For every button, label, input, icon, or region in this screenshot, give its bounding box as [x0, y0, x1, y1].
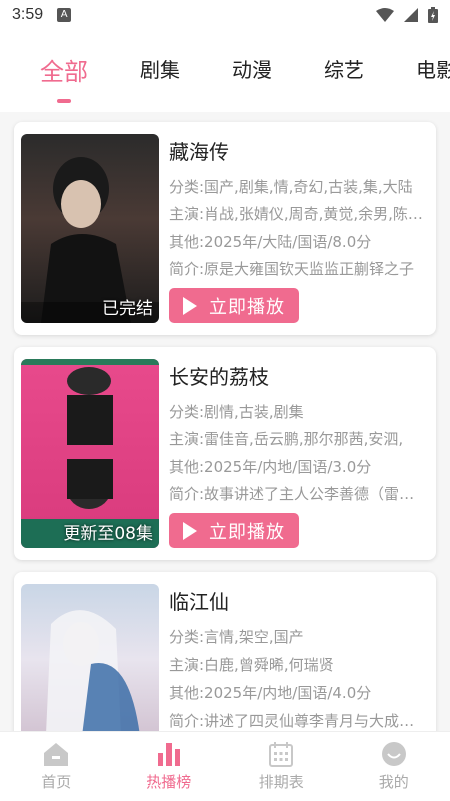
poster-image[interactable]: 已完结 — [21, 134, 159, 323]
play-button-label: 立即播放 — [209, 521, 285, 543]
status-time: 3:59 — [12, 6, 44, 23]
show-category: 分类:剧情,古装,剧集 — [169, 403, 304, 421]
play-icon — [183, 296, 197, 315]
nav-home[interactable]: 首页 — [0, 732, 113, 801]
show-info: 藏海传 分类:国产,剧集,情,奇幻,古装,集,大陆 主演:肖战,张婧仪,周奇,黄… — [169, 134, 428, 324]
show-intro: 简介:原是大雍国钦天监监正蒯铎之子 — [169, 259, 415, 278]
play-now-button[interactable]: 立即播放 — [169, 513, 299, 549]
profile-icon — [381, 742, 406, 766]
category-tabs: 全部 剧集 动漫 综艺 电影 — [0, 30, 450, 112]
bottom-nav: 首页 热播榜 排期表 我的 — [0, 731, 450, 801]
show-title[interactable]: 临江仙 — [169, 586, 428, 615]
poster-status: 更新至08集 — [63, 524, 153, 544]
calendar-icon — [269, 742, 294, 767]
nav-profile[interactable]: 我的 — [338, 732, 450, 801]
nav-hot-list-label: 热播榜 — [146, 773, 192, 791]
status-bar: 3:59 A — [0, 0, 450, 30]
status-icons — [376, 7, 438, 23]
poster-status: 已完结 — [102, 299, 153, 319]
show-intro: 简介:故事讲述了主人公李善德（雷佳音 — [169, 484, 428, 503]
nav-schedule[interactable]: 排期表 — [225, 732, 338, 801]
tab-series[interactable]: 剧集 — [140, 54, 180, 83]
show-title[interactable]: 藏海传 — [169, 136, 428, 165]
tab-variety[interactable]: 综艺 — [324, 54, 364, 83]
show-card[interactable]: 已完结 藏海传 分类:国产,剧集,情,奇幻,古装,集,大陆 主演:肖战,张婧仪,… — [14, 122, 436, 335]
show-cast: 主演:肖战,张婧仪,周奇,黄觉,余男,陈宥维 — [169, 205, 428, 224]
show-cast: 主演:白鹿,曾舜晞,何瑞贤 — [169, 656, 334, 674]
signal-icon — [404, 8, 418, 22]
poster-image[interactable]: 更新至08集 — [21, 359, 159, 548]
play-button-label: 立即播放 — [209, 296, 285, 318]
show-info: 长安的荔枝 分类:剧情,古装,剧集 主演:雷佳音,岳云鹏,那尔那茜,安泗, 其他… — [169, 359, 428, 549]
show-list: 已完结 藏海传 分类:国产,剧集,情,奇幻,古装,集,大陆 主演:肖战,张婧仪,… — [0, 112, 450, 785]
tab-all[interactable]: 全部 — [40, 52, 88, 87]
show-other: 其他:2025年/内地/国语/3.0分 — [169, 457, 372, 476]
battery-icon — [428, 7, 438, 23]
play-icon — [183, 521, 197, 540]
nav-profile-label: 我的 — [378, 773, 409, 791]
app-badge-icon: A — [57, 8, 72, 22]
show-category: 分类:言情,架空,国产 — [169, 628, 304, 646]
chart-icon — [157, 743, 180, 766]
nav-home-label: 首页 — [41, 773, 72, 791]
tab-anime[interactable]: 动漫 — [232, 54, 272, 83]
show-cast: 主演:雷佳音,岳云鹏,那尔那茜,安泗, — [169, 430, 404, 449]
show-other: 其他:2025年/大陆/国语/8.0分 — [169, 232, 372, 251]
show-category: 分类:国产,剧集,情,奇幻,古装,集,大陆 — [169, 178, 413, 196]
home-icon — [44, 743, 69, 766]
play-now-button[interactable]: 立即播放 — [169, 288, 299, 324]
show-card[interactable]: 更新至08集 长安的荔枝 分类:剧情,古装,剧集 主演:雷佳音,岳云鹏,那尔那茜… — [14, 347, 436, 560]
wifi-icon — [376, 8, 394, 22]
tab-movie[interactable]: 电影 — [416, 54, 450, 83]
show-other: 其他:2025年/内地/国语/4.0分 — [169, 684, 372, 702]
nav-hot-list[interactable]: 热播榜 — [113, 732, 226, 801]
show-title[interactable]: 长安的荔枝 — [169, 361, 428, 390]
nav-schedule-label: 排期表 — [258, 773, 304, 791]
